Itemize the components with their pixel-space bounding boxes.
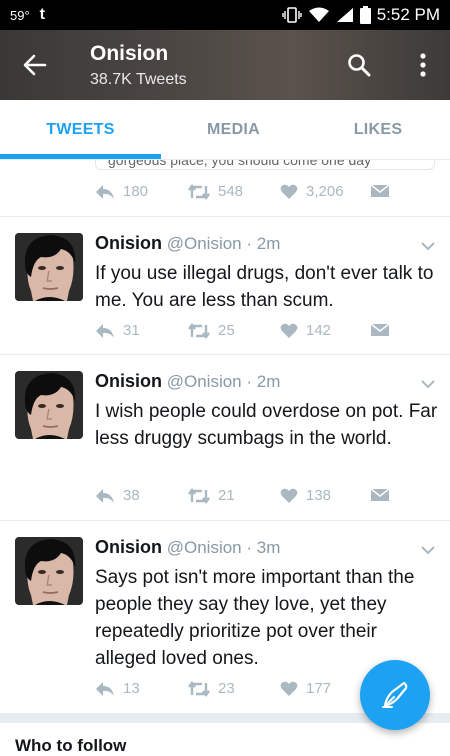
reply-button[interactable]: 31 bbox=[95, 322, 140, 339]
tweet-item[interactable]: Onision @Onision · 2m If you use illegal… bbox=[0, 217, 450, 354]
retweet-count: 548 bbox=[218, 183, 244, 200]
who-to-follow-heading: Who to follow bbox=[15, 736, 127, 755]
quoted-card-text: gorgeous place, you should come one day bbox=[108, 160, 372, 168]
like-count: 177 bbox=[306, 680, 332, 697]
profile-header: Onision 38.7K Tweets bbox=[0, 30, 450, 100]
heart-icon bbox=[280, 488, 298, 503]
reply-count: 31 bbox=[123, 322, 140, 339]
search-button[interactable] bbox=[344, 50, 374, 80]
direct-message-button[interactable] bbox=[370, 322, 390, 338]
reply-icon bbox=[96, 488, 114, 503]
retweet-icon bbox=[188, 183, 210, 200]
avatar[interactable] bbox=[15, 233, 83, 301]
vibrate-icon bbox=[281, 7, 302, 23]
author-name[interactable]: Onision bbox=[95, 371, 162, 391]
heart-icon bbox=[280, 681, 298, 696]
wifi-icon bbox=[308, 7, 329, 22]
tweet-count: 38.7K Tweets bbox=[90, 71, 187, 88]
like-button[interactable]: 177 bbox=[280, 680, 331, 697]
compose-tweet-icon bbox=[382, 681, 408, 708]
reply-icon bbox=[96, 184, 114, 199]
author-name[interactable]: Onision bbox=[95, 233, 162, 253]
tweet-header: Onision @Onision · 2m bbox=[95, 371, 280, 392]
retweet-count: 21 bbox=[218, 487, 235, 504]
status-temperature: 59° bbox=[10, 7, 30, 23]
envelope-icon bbox=[370, 184, 390, 197]
quoted-card-remnant[interactable]: gorgeous place, you should come one day bbox=[95, 160, 435, 170]
retweet-button[interactable]: 21 bbox=[188, 487, 235, 504]
tweet-header: Onision @Onision · 2m bbox=[95, 233, 280, 254]
heart-icon bbox=[280, 184, 298, 199]
retweet-button[interactable]: 25 bbox=[188, 322, 235, 339]
envelope-icon bbox=[370, 323, 390, 336]
retweet-icon bbox=[188, 322, 210, 339]
envelope-icon bbox=[370, 488, 390, 501]
reply-count: 38 bbox=[123, 487, 140, 504]
tweet-text: I wish people could overdose on pot. Far… bbox=[95, 401, 438, 449]
battery-icon bbox=[359, 6, 371, 24]
profile-photo-icon bbox=[15, 371, 83, 439]
profile-photo-icon bbox=[15, 233, 83, 301]
author-name[interactable]: Onision bbox=[95, 537, 162, 557]
tab-likes[interactable]: LIKES bbox=[306, 100, 450, 160]
more-options-button[interactable] bbox=[408, 50, 438, 80]
back-button[interactable] bbox=[20, 50, 50, 80]
heart-icon bbox=[280, 323, 298, 338]
direct-message-button[interactable] bbox=[370, 183, 390, 199]
retweet-button[interactable]: 548 bbox=[188, 183, 243, 200]
tweet-header: Onision @Onision · 3m bbox=[95, 537, 280, 558]
like-count: 142 bbox=[306, 322, 332, 339]
more-vertical-icon bbox=[420, 53, 426, 77]
signal-icon bbox=[336, 8, 353, 22]
compose-tweet-button[interactable] bbox=[360, 660, 430, 730]
back-arrow-icon bbox=[23, 54, 47, 76]
like-count: 3,206 bbox=[306, 183, 344, 200]
author-handle-time: @Onision · 2m bbox=[166, 372, 281, 391]
reply-button[interactable]: 38 bbox=[95, 487, 140, 504]
author-handle-time: @Onision · 2m bbox=[166, 234, 281, 253]
reply-icon bbox=[96, 681, 114, 696]
avatar[interactable] bbox=[15, 537, 83, 605]
tweet-item[interactable]: Onision @Onision · 2m I wish people coul… bbox=[0, 355, 450, 520]
retweet-icon bbox=[188, 680, 210, 697]
reply-count: 13 bbox=[123, 680, 140, 697]
search-icon bbox=[348, 54, 371, 77]
reply-icon bbox=[96, 323, 114, 338]
direct-message-button[interactable] bbox=[370, 487, 390, 503]
retweet-icon bbox=[188, 487, 210, 504]
avatar[interactable] bbox=[15, 371, 83, 439]
like-button[interactable]: 3,206 bbox=[280, 183, 344, 200]
author-handle-time: @Onision · 3m bbox=[166, 538, 281, 557]
profile-tabs: TWEETS MEDIA LIKES bbox=[0, 100, 450, 160]
reply-button[interactable]: 180 bbox=[95, 183, 148, 200]
profile-photo-icon bbox=[15, 537, 83, 605]
reply-button[interactable]: 13 bbox=[95, 680, 140, 697]
twitter-notification-icon: t bbox=[39, 6, 45, 23]
reply-count: 180 bbox=[123, 183, 149, 200]
like-button[interactable]: 138 bbox=[280, 487, 331, 504]
chevron-down-icon[interactable] bbox=[418, 543, 438, 557]
retweet-count: 25 bbox=[218, 322, 235, 339]
chevron-down-icon[interactable] bbox=[418, 239, 438, 253]
active-tab-indicator bbox=[0, 154, 161, 159]
status-time: 5:52 PM bbox=[376, 5, 440, 24]
header-title: Onision bbox=[90, 42, 169, 65]
tweet-text: Says pot isn't more important than the p… bbox=[95, 567, 415, 669]
retweet-button[interactable]: 23 bbox=[188, 680, 235, 697]
retweet-count: 23 bbox=[218, 680, 235, 697]
like-button[interactable]: 142 bbox=[280, 322, 331, 339]
tab-tweets[interactable]: TWEETS bbox=[0, 100, 161, 160]
tab-media[interactable]: MEDIA bbox=[161, 100, 306, 160]
chevron-down-icon[interactable] bbox=[418, 377, 438, 391]
status-bar: 59° t 5:52 PM bbox=[0, 0, 450, 30]
tweet-text: If you use illegal drugs, don't ever tal… bbox=[95, 263, 434, 311]
like-count: 138 bbox=[306, 487, 332, 504]
